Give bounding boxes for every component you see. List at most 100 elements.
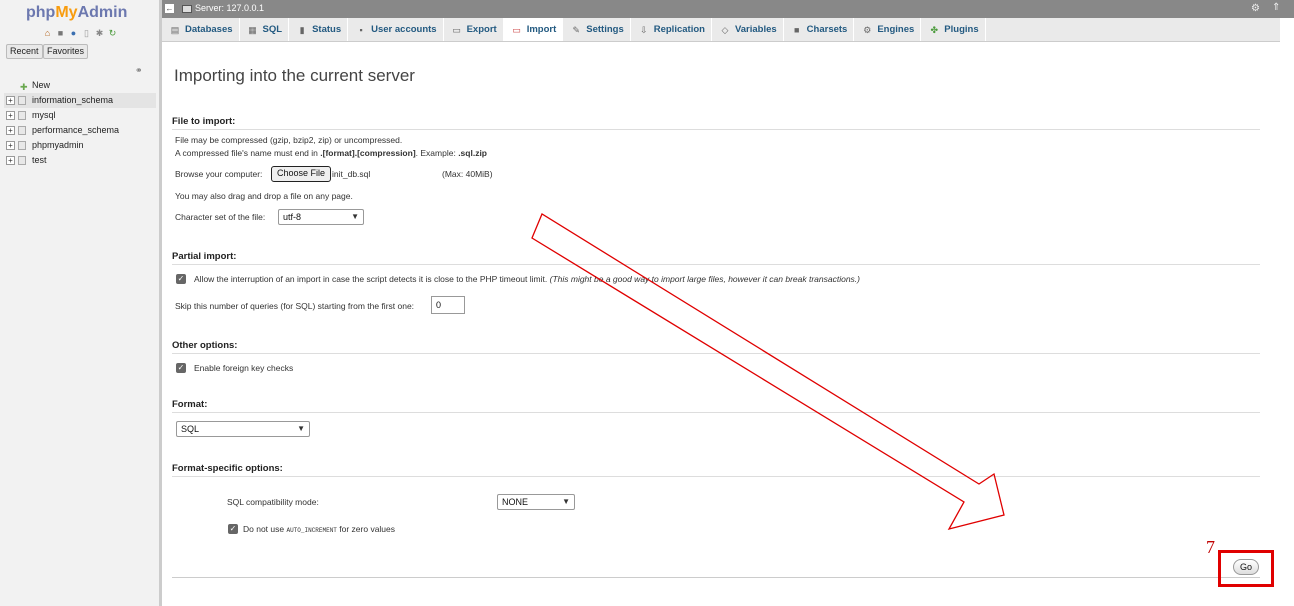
database-icon	[18, 156, 26, 165]
tree-item-information-schema[interactable]: + information_schema	[4, 93, 156, 108]
note-format: .[format].[compression]	[320, 148, 416, 158]
tree-item-label: performance_schema	[32, 125, 120, 135]
browse-label: Browse your computer:	[175, 169, 263, 179]
logo-php: php	[26, 4, 56, 21]
help-icon[interactable]: ●	[68, 28, 79, 38]
skip-queries-label: Skip this number of queries (for SQL) st…	[175, 301, 415, 311]
docs-icon[interactable]: ▯	[81, 28, 92, 38]
compression-example-note: A compressed file's name must end in .[f…	[175, 148, 487, 158]
tree-item-new[interactable]: ✚ New	[4, 78, 156, 93]
reload-icon[interactable]: ↻	[107, 28, 118, 38]
tab-label: Charsets	[806, 24, 848, 35]
export-icon: ▭	[452, 24, 461, 35]
favorites-tab[interactable]: Favorites	[43, 44, 89, 59]
tab-replication[interactable]: ⇩ Replication	[631, 18, 712, 41]
label-code: AUTO_INCREMENT	[286, 527, 337, 534]
collapse-sidebar-icon[interactable]: ←	[165, 4, 174, 13]
section-legend: File to import:	[172, 116, 1260, 130]
label-text: Do not use	[243, 524, 287, 534]
tree-item-mysql[interactable]: + mysql	[4, 108, 156, 123]
tree-item-phpmyadmin[interactable]: + phpmyadmin	[4, 138, 156, 153]
tab-engines[interactable]: ⚙ Engines	[854, 18, 922, 41]
database-tree: ✚ New + information_schema + mysql + per…	[4, 78, 156, 168]
tab-label: Engines	[877, 24, 915, 35]
file-to-import-section: File to import:	[172, 116, 1260, 130]
variables-icon: ◇	[721, 24, 729, 35]
database-icon: ▤	[170, 24, 180, 35]
max-upload-size: (Max: 40MiB)	[442, 169, 493, 179]
expand-icon[interactable]: +	[6, 111, 15, 120]
tab-label: Plugins	[944, 24, 979, 35]
server-nav-tabs: ▤ Databases ▦ SQL ▮ Status ▪ User accounts ▭…	[162, 18, 1280, 42]
tab-charsets[interactable]: ■ Charsets	[784, 18, 855, 41]
tab-label: Import	[526, 24, 557, 35]
database-icon	[18, 96, 26, 105]
server-icon	[182, 5, 192, 13]
note-example: .sql.zip	[458, 148, 487, 158]
logout-icon[interactable]: ■	[55, 28, 66, 38]
foreign-key-label: Enable foreign key checks	[194, 363, 294, 373]
choose-file-button[interactable]: Choose File	[271, 166, 332, 182]
sidebar-quick-icons: ⌂ ■ ● ▯ ✱ ↻	[42, 28, 118, 38]
status-icon: ▮	[299, 24, 305, 35]
compression-note: File may be compressed (gzip, bzip2, zip…	[175, 135, 403, 145]
tab-export[interactable]: ▭ Export	[444, 18, 504, 41]
drag-drop-note: You may also drag and drop a file on any…	[175, 191, 353, 201]
tree-item-test[interactable]: + test	[4, 153, 156, 168]
selected-filename: init_db.sql	[332, 169, 371, 179]
no-autoincrement-checkbox[interactable]: ✓	[228, 524, 238, 534]
plugin-icon: ✤	[930, 24, 939, 35]
expand-icon[interactable]: +	[6, 126, 15, 135]
tab-status[interactable]: ▮ Status	[289, 18, 349, 41]
foreign-key-checkbox[interactable]: ✓	[176, 363, 186, 373]
tab-label: Replication	[653, 24, 705, 35]
tree-item-performance-schema[interactable]: + performance_schema	[4, 123, 156, 138]
tab-label: SQL	[262, 24, 283, 35]
tree-item-label: phpmyadmin	[32, 140, 84, 150]
server-breadcrumb[interactable]: Server: 127.0.0.1	[195, 3, 264, 13]
step-number: 7	[1206, 537, 1215, 557]
engine-icon: ⚙	[863, 24, 872, 35]
tab-import[interactable]: ▭ Import	[503, 18, 564, 41]
tree-item-label: mysql	[32, 110, 56, 120]
tab-user-accounts[interactable]: ▪ User accounts	[348, 18, 444, 41]
server-breadcrumb-bar: ← Server: 127.0.0.1 ⚙ ⇑	[162, 0, 1294, 18]
tab-sql[interactable]: ▦ SQL	[240, 18, 290, 41]
tree-item-label: test	[32, 155, 47, 165]
database-icon	[18, 126, 26, 135]
phpmyadmin-logo[interactable]: phpMyAdmin	[26, 4, 127, 22]
note-text: A compressed file's name must end in	[175, 148, 321, 158]
home-icon[interactable]: ⌂	[42, 28, 53, 38]
recent-tab[interactable]: Recent	[6, 44, 43, 59]
scroll-up-icon[interactable]: ⇑	[1272, 2, 1280, 13]
format-select[interactable]: SQL ▼	[176, 421, 310, 437]
settings-icon[interactable]: ✱	[94, 28, 105, 38]
replication-icon: ⇩	[639, 24, 648, 35]
link-with-main-icon[interactable]: ⚭	[135, 65, 143, 76]
tree-item-label: New	[32, 80, 51, 90]
tab-databases[interactable]: ▤ Databases	[162, 18, 240, 41]
tab-plugins[interactable]: ✤ Plugins	[921, 18, 986, 41]
page-title: Importing into the current server	[174, 66, 415, 85]
skip-queries-input[interactable]: 0	[431, 296, 465, 314]
tab-label: Variables	[734, 24, 777, 35]
charset-icon: ■	[793, 24, 800, 35]
tab-label: Settings	[586, 24, 624, 35]
tab-variables[interactable]: ◇ Variables	[712, 18, 784, 41]
expand-icon[interactable]: +	[6, 96, 15, 105]
no-autoincrement-label: Do not use AUTO_INCREMENT for zero value…	[243, 524, 395, 534]
chevron-down-icon: ▼	[297, 424, 305, 433]
import-icon: ▭	[512, 24, 521, 35]
gear-icon[interactable]: ⚙	[1251, 3, 1260, 14]
label-text: for zero values	[336, 524, 396, 534]
expand-icon[interactable]: +	[6, 141, 15, 150]
tab-settings[interactable]: ✎ Settings	[563, 18, 631, 41]
sql-icon: ▦	[248, 24, 257, 35]
annotation-arrow	[531, 213, 1005, 531]
tab-label: Status	[312, 24, 342, 35]
chevron-down-icon: ▼	[351, 212, 359, 221]
tab-label: Export	[466, 24, 497, 35]
expand-icon[interactable]: +	[6, 156, 15, 165]
charset-select[interactable]: utf-8 ▼	[278, 209, 364, 225]
allow-interrupt-checkbox[interactable]: ✓	[176, 274, 186, 284]
